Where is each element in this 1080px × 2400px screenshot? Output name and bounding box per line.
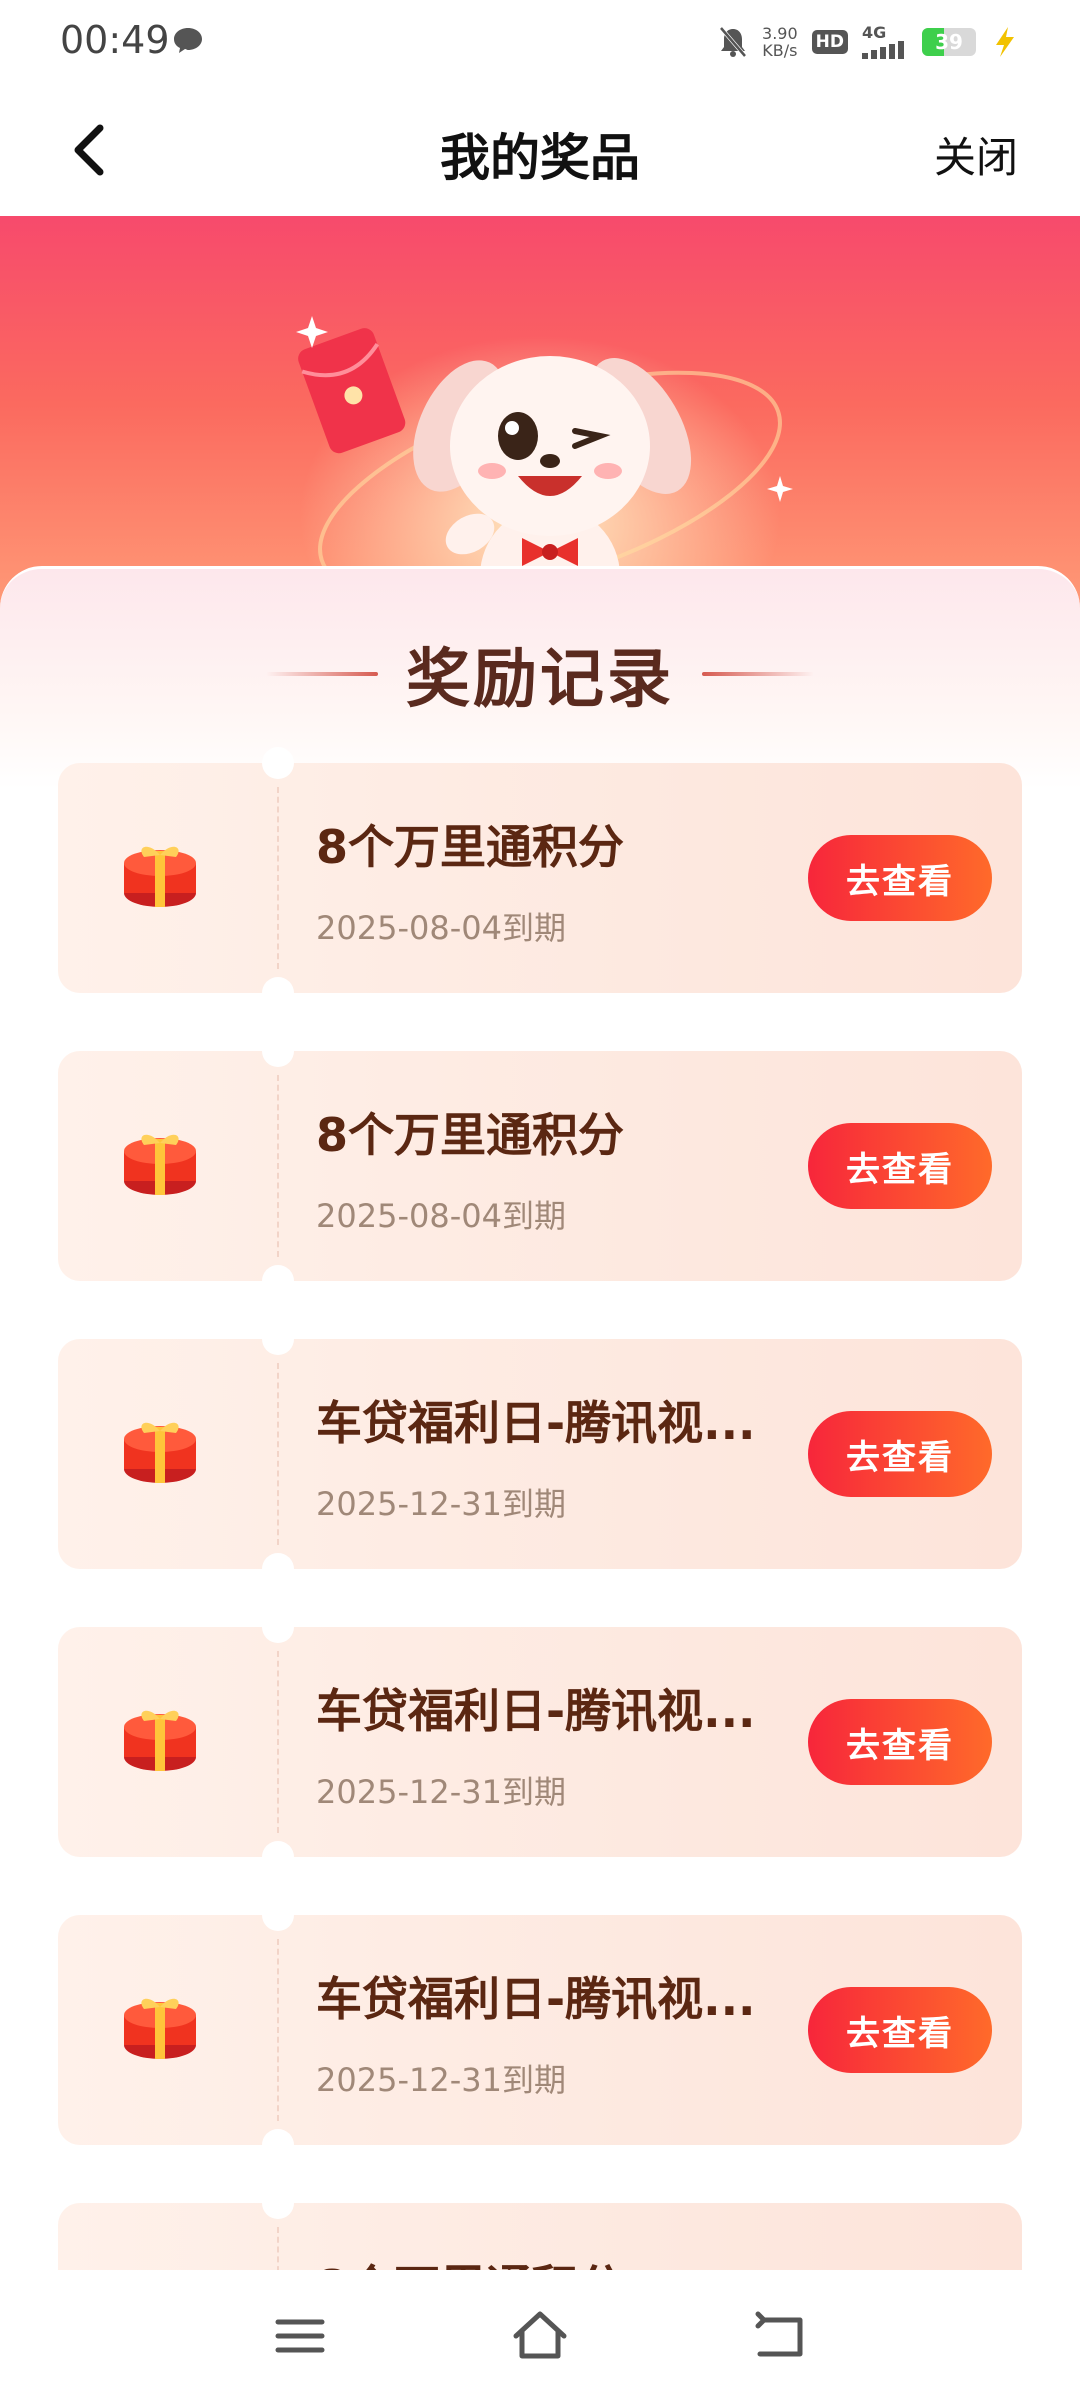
reward-expiry: 2025-08-04到期	[316, 909, 566, 947]
card-divider	[277, 2227, 279, 2270]
reward-title: 8个万里通积分	[316, 2251, 776, 2270]
status-time: 00:49	[60, 18, 170, 62]
card-divider	[277, 1651, 279, 1833]
title-decor-left	[266, 672, 378, 676]
card-notch	[262, 1899, 294, 1931]
battery-level: 39	[935, 30, 963, 54]
signal-bars-icon	[862, 41, 904, 59]
reward-card: 车贷福利日-腾讯视... 2025-12-31到期 去查看	[58, 1323, 1022, 1585]
card-notch	[262, 1265, 294, 1297]
card-notch	[262, 1323, 294, 1355]
title-decor-right	[702, 672, 814, 676]
reward-title: 8个万里通积分	[316, 1108, 625, 1162]
speed-value: 3.90	[762, 24, 798, 43]
card-notch	[262, 1035, 294, 1067]
view-button[interactable]: 去查看	[808, 1987, 992, 2073]
gift-box-icon	[124, 1134, 196, 1195]
view-button[interactable]: 去查看	[808, 1123, 992, 1209]
signal-indicator: 4G	[862, 25, 908, 59]
view-button[interactable]: 去查看	[808, 1411, 992, 1497]
status-icons: 3.90 KB/s HD 4G 39	[718, 20, 1020, 64]
card-notch	[262, 1611, 294, 1643]
reward-card: 车贷福利日-腾讯视... 2025-12-31到期 去查看	[58, 1611, 1022, 1873]
reward-title: 8个万里通积分	[316, 820, 625, 874]
battery-icon: 39	[922, 28, 976, 56]
reward-expiry: 2025-12-31到期	[316, 2061, 566, 2099]
reward-expiry: 2025-12-31到期	[316, 1773, 566, 1811]
gift-box-icon	[124, 846, 196, 907]
card-notch	[262, 1553, 294, 1585]
home-icon[interactable]	[510, 2306, 570, 2366]
network-speed: 3.90 KB/s	[762, 25, 798, 59]
silent-bell-icon	[719, 26, 747, 58]
card-divider	[277, 1939, 279, 2121]
card-divider	[277, 1363, 279, 1545]
reward-expiry: 2025-08-04到期	[316, 1197, 566, 1235]
reward-title: 车贷福利日-腾讯视...	[316, 1684, 756, 1738]
card-notch	[262, 2129, 294, 2161]
reward-expiry: 2025-12-31到期	[316, 1485, 566, 1523]
gift-box-icon	[124, 1422, 196, 1483]
card-divider	[277, 787, 279, 969]
view-button[interactable]: 去查看	[808, 1699, 992, 1785]
card-notch	[262, 977, 294, 1009]
system-nav-bar	[0, 2270, 1080, 2400]
reward-card: 8个万里通积分 2025-08-04到期 去查看	[58, 1035, 1022, 1297]
reward-title: 车贷福利日-腾讯视...	[316, 1396, 756, 1450]
page-title: 我的奖品	[440, 129, 640, 187]
nav-bar: 我的奖品 关闭	[0, 82, 1080, 216]
gift-box-icon	[124, 1710, 196, 1771]
speed-unit: KB/s	[762, 41, 798, 60]
reward-card: 8个万里通积分 2025-08-04到期 去查看	[58, 747, 1022, 1009]
reward-card: 8个万里通积分	[58, 2187, 1022, 2270]
message-icon	[174, 28, 202, 53]
charging-icon	[996, 27, 1014, 57]
section-title: 奖励记录	[406, 643, 674, 717]
card-divider	[277, 1075, 279, 1257]
status-bar: 00:49 3.90 KB/s HD 4G 39	[0, 0, 1080, 82]
return-icon[interactable]	[750, 2306, 810, 2366]
view-button[interactable]: 去查看	[808, 835, 992, 921]
reward-card: 车贷福利日-腾讯视... 2025-12-31到期 去查看	[58, 1899, 1022, 2161]
card-notch	[262, 1841, 294, 1873]
section-header: 奖励记录	[0, 629, 1080, 719]
reward-title: 车贷福利日-腾讯视...	[316, 1972, 756, 2026]
close-button[interactable]: 关闭	[934, 124, 1018, 185]
menu-icon[interactable]	[270, 2306, 330, 2366]
network-type: 4G	[862, 23, 887, 42]
reward-records-panel: 奖励记录 8个万里通积分 2025-08-04到期 去查看 8个万里通积分 20…	[0, 566, 1080, 2270]
gift-box-icon	[124, 1998, 196, 2059]
card-notch	[262, 2187, 294, 2219]
card-notch	[262, 747, 294, 779]
hd-badge: HD	[811, 30, 848, 54]
